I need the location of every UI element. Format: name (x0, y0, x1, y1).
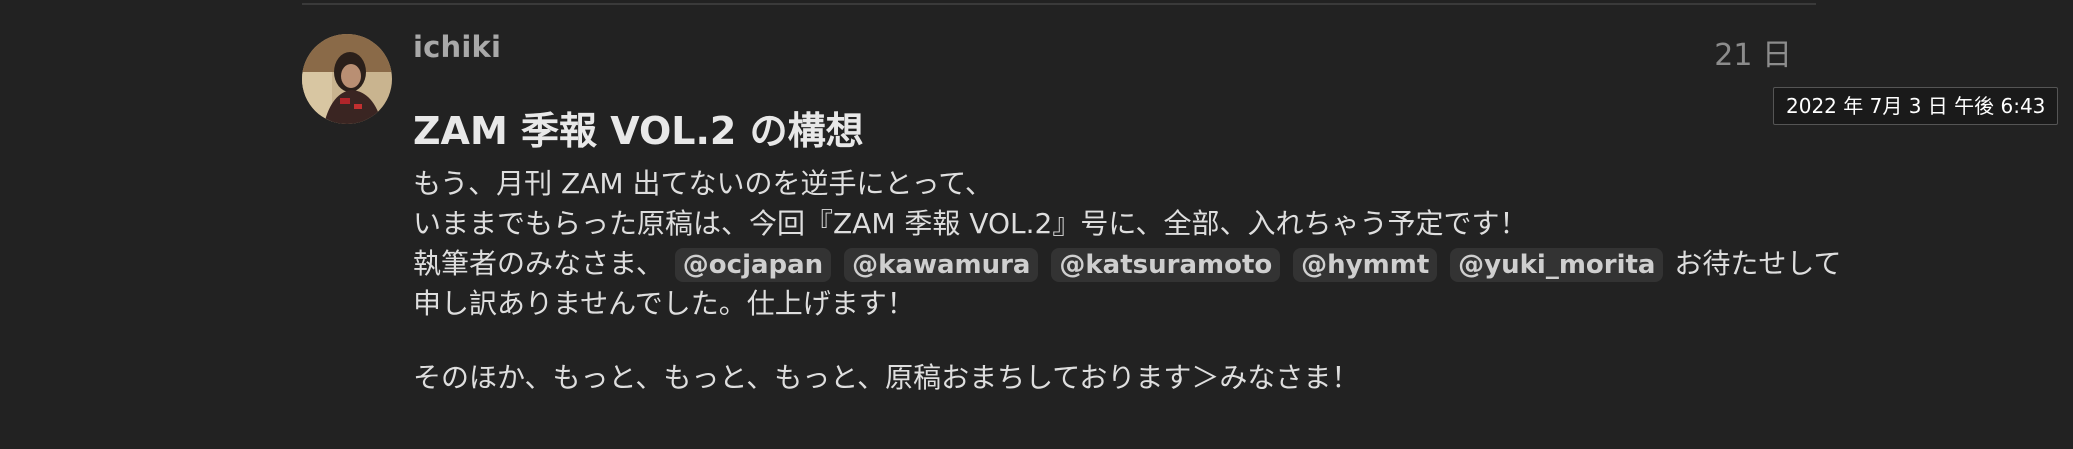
post-title: ZAM 季報 VOL.2 の構想 (413, 109, 864, 153)
text-fragment: 執筆者のみなさま、 (413, 247, 664, 280)
mention-katsuramoto[interactable]: @katsuramoto (1051, 248, 1281, 282)
topic-post: ichiki 21 日 2022 年 7月 3 日 午後 6:43 ZAM 季報… (0, 0, 2073, 449)
avatar[interactable] (302, 34, 392, 124)
username[interactable]: ichiki (413, 30, 501, 64)
text-line: もう、月刊 ZAM 出てないのを逆手にとって、 (413, 167, 993, 200)
text-fragment: お待たせして (1674, 247, 1842, 280)
post-paragraph: そのほか、もっと、もっと、もっと、原稿おまちしております＞みなさま！ (413, 358, 1793, 398)
mention-ocjapan[interactable]: @ocjapan (674, 248, 832, 282)
text-line: 申し訳ありませんでした。仕上げます！ (413, 287, 915, 320)
mention-kawamura[interactable]: @kawamura (844, 248, 1039, 282)
text-line: そのほか、もっと、もっと、もっと、原稿おまちしております＞みなさま！ (413, 361, 1360, 394)
text-line-with-mentions: 執筆者のみなさま、 @ocjapan @kawamura @katsuramot… (413, 244, 1842, 284)
post-paragraph: もう、月刊 ZAM 出てないのを逆手にとって、 いままでもらった原稿は、今回『Z… (413, 164, 1842, 324)
date-tooltip: 2022 年 7月 3 日 午後 6:43 (1773, 87, 2059, 125)
text-line: いままでもらった原稿は、今回『ZAM 季報 VOL.2』号に、全部、入れちゃう予… (413, 207, 1528, 240)
avatar-image (302, 34, 392, 124)
post-date[interactable]: 21 日 (1714, 30, 1792, 74)
post-divider (302, 3, 1816, 5)
post-body: ZAM 季報 VOL.2 の構想 もう、月刊 ZAM 出てないのを逆手にとって、… (413, 108, 1842, 398)
mention-yuki-morita[interactable]: @yuki_morita (1450, 248, 1664, 282)
mention-hymmt[interactable]: @hymmt (1293, 248, 1438, 282)
